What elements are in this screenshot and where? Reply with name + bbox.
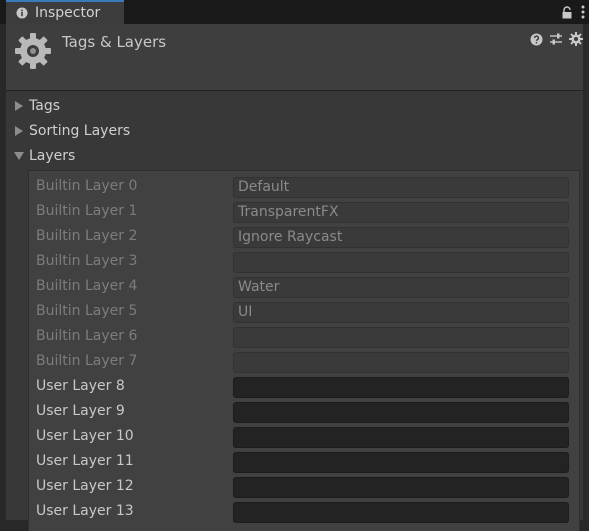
tab-bar: Inspector [0, 0, 589, 24]
layer-name-field[interactable] [233, 477, 569, 498]
layer-row: User Layer 13 [29, 500, 579, 525]
layer-label: Builtin Layer 0 [36, 178, 138, 194]
gear-icon [14, 32, 52, 70]
layer-label: Builtin Layer 4 [36, 278, 138, 294]
component-title: Tags & Layers [62, 33, 167, 51]
triangle-right-icon [14, 126, 24, 136]
layer-row: Builtin Layer 2 Ignore Raycast [29, 225, 579, 250]
layer-row: User Layer 11 [29, 450, 579, 475]
layer-row: User Layer 8 [29, 375, 579, 400]
foldout-tags[interactable]: Tags [14, 96, 60, 116]
inspector-panel: Tags & Layers Tags Sorting Layers Layers… [6, 24, 583, 531]
gear-icon[interactable] [569, 32, 583, 46]
layer-name-field: UI [233, 302, 569, 323]
scrollbar[interactable] [583, 24, 589, 520]
component-header: Tags & Layers [6, 24, 583, 91]
layer-name-field [233, 327, 569, 348]
kebab-menu-icon[interactable] [581, 5, 585, 19]
foldout-label: Tags [29, 98, 60, 114]
layer-row: User Layer 12 [29, 475, 579, 500]
layer-name-field: Default [233, 177, 569, 198]
layer-name-field[interactable] [233, 377, 569, 398]
layer-label: Builtin Layer 1 [36, 203, 138, 219]
layer-name-field: Water [233, 277, 569, 298]
layer-row: Builtin Layer 3 [29, 250, 579, 275]
layer-name-field [233, 352, 569, 373]
layers-list: Builtin Layer 0 Default Builtin Layer 1 Tra… [28, 170, 580, 531]
layer-row: Builtin Layer 7 [29, 350, 579, 375]
foldout-sorting-layers[interactable]: Sorting Layers [14, 121, 130, 141]
layer-label: Builtin Layer 7 [36, 353, 138, 369]
preset-icon[interactable] [549, 32, 563, 46]
layer-label: User Layer 12 [36, 478, 134, 494]
layer-row: Builtin Layer 5 UI [29, 300, 579, 325]
layer-row: User Layer 9 [29, 400, 579, 425]
layer-name-field: TransparentFX [233, 202, 569, 223]
triangle-right-icon [14, 101, 24, 111]
tab-label: Inspector [35, 5, 101, 21]
layer-row: Builtin Layer 4 Water [29, 275, 579, 300]
layer-name-field [233, 252, 569, 273]
layer-row: Builtin Layer 1 TransparentFX [29, 200, 579, 225]
layer-label: User Layer 10 [36, 428, 134, 444]
triangle-down-icon [14, 151, 24, 161]
layer-label: User Layer 13 [36, 503, 134, 519]
layer-row: Builtin Layer 0 Default [29, 175, 579, 200]
layer-name-field: Ignore Raycast [233, 227, 569, 248]
layer-label: Builtin Layer 3 [36, 253, 138, 269]
foldout-label: Sorting Layers [29, 123, 131, 139]
layer-row: Builtin Layer 6 [29, 325, 579, 350]
layer-label: Builtin Layer 2 [36, 228, 138, 244]
layer-label: User Layer 9 [36, 403, 125, 419]
help-icon[interactable] [530, 33, 543, 46]
layer-row: User Layer 10 [29, 425, 579, 450]
layer-label: Builtin Layer 5 [36, 303, 138, 319]
layer-label: User Layer 11 [36, 453, 134, 469]
layer-name-field[interactable] [233, 427, 569, 448]
layer-name-field[interactable] [233, 402, 569, 423]
layer-name-field[interactable] [233, 452, 569, 473]
lock-icon[interactable] [561, 5, 573, 19]
info-icon [16, 7, 28, 19]
tab-inspector[interactable]: Inspector [6, 0, 124, 24]
foldout-label: Layers [29, 148, 76, 164]
layer-label: Builtin Layer 6 [36, 328, 138, 344]
foldout-layers[interactable]: Layers [14, 146, 75, 166]
layer-label: User Layer 8 [36, 378, 125, 394]
